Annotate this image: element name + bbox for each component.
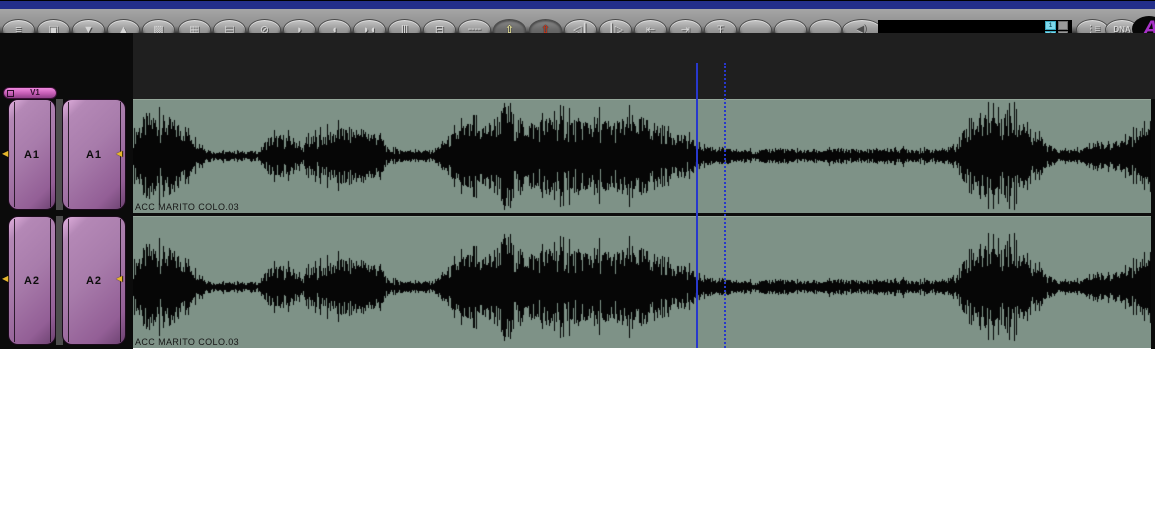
track-name-label: A1 (86, 149, 102, 161)
spare-indicator-1[interactable] (1058, 21, 1068, 30)
timeline-empty-area (0, 33, 1155, 99)
waveform-a1[interactable] (133, 99, 1155, 213)
waveform-a2[interactable] (133, 216, 1155, 348)
group-collapse-icon (7, 90, 14, 97)
clip-name-label: ACC MARITO COLO.03 (135, 202, 239, 212)
track-a2-header-button-1[interactable]: A2 (8, 216, 56, 345)
titlebar (0, 0, 1155, 9)
track-name-label: A2 (86, 275, 102, 287)
empty-workspace (0, 349, 1155, 512)
header-groove (68, 102, 69, 207)
header-groove (50, 219, 51, 342)
track-a2-lane: ACC MARITO COLO.03 (133, 216, 1155, 348)
channel-indicator-1[interactable]: 1 (1045, 21, 1056, 30)
header-groove (14, 219, 15, 342)
header-groove (68, 219, 69, 342)
daw-window: ≡▣▼▲▩▦▤⊘◗◖◗◖Ⅲ⊟╌╌⇧⇧◁┃┃▷⇤⇥Ŧ ◀) 12 ⋮≡ DNA A… (0, 0, 1155, 512)
playhead-cursor[interactable] (696, 63, 698, 348)
header-groove (50, 102, 51, 207)
track-collapse-arrow[interactable]: ◀ (116, 274, 126, 284)
track-separator (133, 213, 1155, 216)
clip-name-label: ACC MARITO COLO.03 (135, 337, 239, 347)
window-right-edge (1151, 99, 1155, 349)
track-collapse-arrow[interactable]: ◀ (2, 274, 12, 284)
track-collapse-arrow[interactable]: ◀ (116, 149, 126, 159)
track-a1-header-button-1[interactable]: A1 (8, 99, 56, 210)
track-name-label: A1 (24, 149, 40, 161)
toolbar: ≡▣▼▲▩▦▤⊘◗◖◗◖Ⅲ⊟╌╌⇧⇧◁┃┃▷⇤⇥Ŧ ◀) 12 ⋮≡ DNA A (0, 9, 1155, 33)
track-name-label: A2 (24, 275, 40, 287)
header-groove (14, 102, 15, 207)
group-tab-label: V1 (14, 89, 56, 97)
edit-point-cursor[interactable] (724, 63, 726, 348)
track-a1-lane: ACC MARITO COLO.03 (133, 99, 1155, 213)
track-collapse-arrow[interactable]: ◀ (2, 149, 12, 159)
track-group-tab[interactable]: V1 (3, 87, 57, 99)
